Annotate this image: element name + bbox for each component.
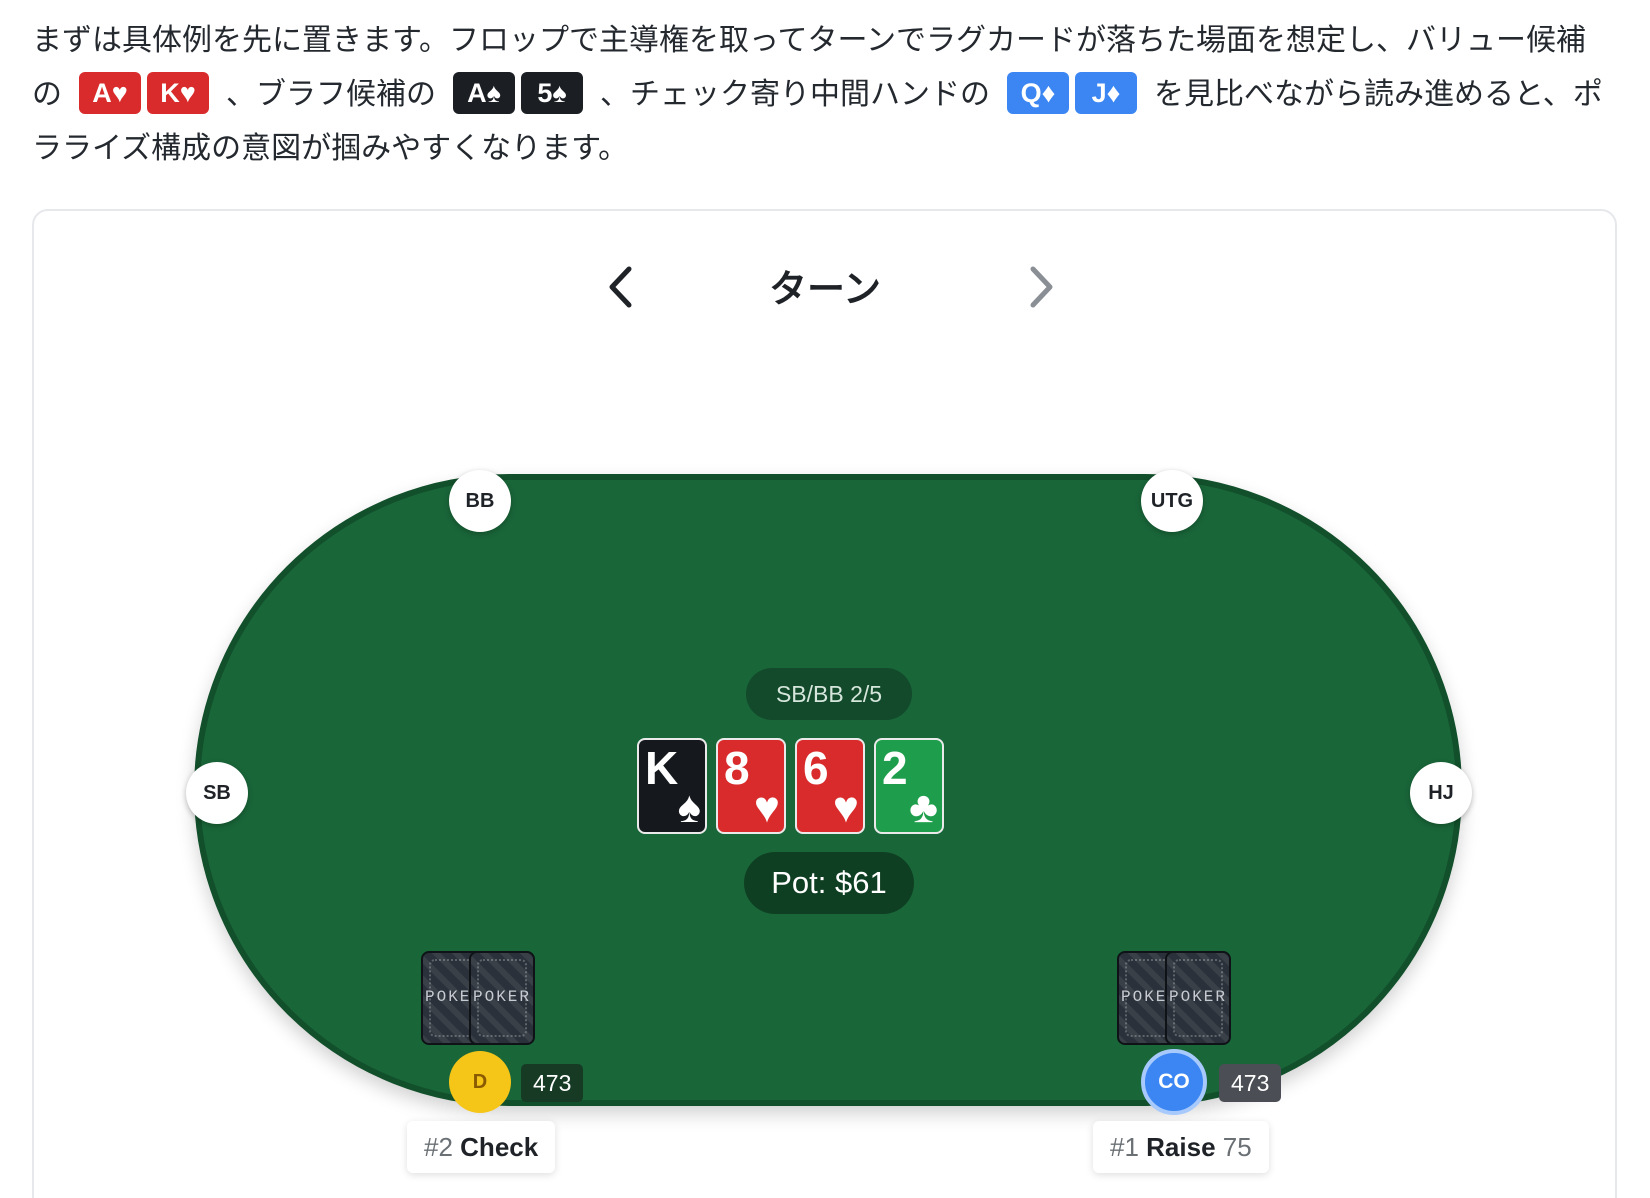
board-card-4: 2 ♣ (874, 738, 944, 834)
pot-display: Pot: $61 (744, 852, 914, 914)
street-title: ターン (768, 267, 882, 311)
board-card-rank: K (645, 742, 679, 794)
check-card-2: J♦ (1075, 71, 1137, 114)
board-card-2: 8 ♥ (716, 738, 786, 834)
club-icon: ♣ (909, 783, 938, 832)
chevron-right-icon (1030, 266, 1053, 308)
board-card-3: 6 ♥ (795, 738, 865, 834)
seat-hj[interactable]: HJ (1410, 762, 1472, 824)
bluff-card-2: 5♠ (521, 71, 583, 114)
dealer-button[interactable]: D (449, 1051, 511, 1113)
action-amount: 75 (1222, 1132, 1252, 1162)
seat-utg[interactable]: UTG (1141, 470, 1203, 532)
action-verb: Raise (1146, 1132, 1216, 1162)
chevron-left-icon (609, 266, 632, 308)
intro-text-3: 、チェック寄り中間ハンドの (600, 77, 990, 112)
action-number: #1 (1110, 1132, 1139, 1162)
prev-street-button[interactable] (597, 262, 647, 312)
dealer-hole-card-2: POKER (469, 951, 535, 1045)
card-back-logo: POKER (1168, 988, 1227, 1006)
board-card-rank: 2 (882, 742, 908, 794)
co-stack: 473 (1219, 1064, 1282, 1102)
intro-paragraph: まずは具体例を先に置きます。フロップで主導権を取ってターンでラグカードが落ちた場… (32, 14, 1612, 176)
heart-icon: ♥ (832, 783, 859, 832)
bluff-card-1: A♠ (453, 71, 515, 114)
board-card-rank: 8 (724, 742, 750, 794)
check-card-1: Q♦ (1007, 71, 1069, 114)
blinds-badge: SB/BB 2/5 (746, 668, 912, 720)
board-card-rank: 6 (803, 742, 829, 794)
spade-icon: ♠ (677, 783, 701, 832)
card-back-logo: POKER (472, 988, 531, 1006)
seat-co[interactable]: CO (1141, 1049, 1207, 1115)
seat-bb[interactable]: BB (449, 470, 511, 532)
dealer-stack: 473 (521, 1064, 584, 1102)
seat-sb[interactable]: SB (186, 762, 248, 824)
action-number: #2 (424, 1132, 453, 1162)
co-hole-card-2: POKER (1165, 951, 1231, 1045)
co-action-label: #1 Raise 75 (1093, 1121, 1269, 1173)
value-card-2: K♥ (147, 71, 209, 114)
heart-icon: ♥ (753, 783, 780, 832)
intro-text-2: 、ブラフ候補の (226, 77, 436, 112)
action-verb: Check (460, 1132, 539, 1162)
value-card-1: A♥ (79, 71, 141, 114)
board-card-1: K ♠ (637, 738, 707, 834)
next-street-button[interactable] (1015, 262, 1065, 312)
dealer-action-label: #2 Check (407, 1121, 556, 1173)
